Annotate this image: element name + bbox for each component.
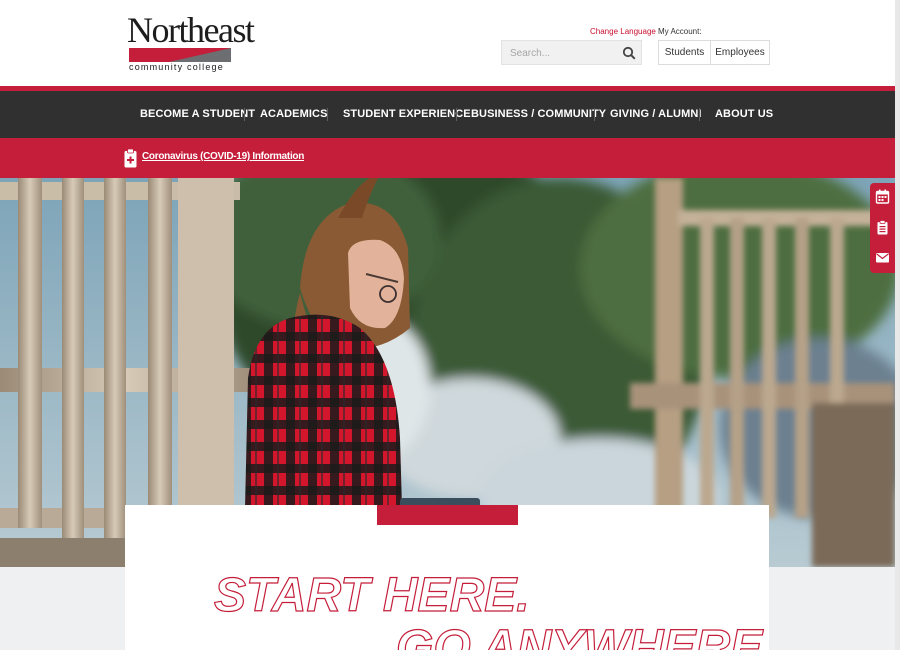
- northeast-logo[interactable]: Northeast community college: [127, 12, 255, 74]
- clipboard-medical-icon: [124, 149, 137, 168]
- nav-student-experience[interactable]: STUDENT EXPERIENCE: [343, 91, 471, 138]
- covid-info-link[interactable]: Coronavirus (COVID-19) Information: [142, 151, 304, 162]
- site-header: Northeast community college Change Langu…: [0, 0, 900, 86]
- students-button[interactable]: Students: [659, 41, 711, 64]
- nav-divider: [594, 108, 595, 121]
- nav-divider: [699, 108, 700, 121]
- nav-business-community[interactable]: BUSINESS / COMMUNITY: [471, 91, 606, 138]
- nav-divider: [327, 108, 328, 121]
- nav-about-us[interactable]: ABOUT US: [715, 91, 773, 138]
- logo-subtitle: community college: [129, 62, 224, 72]
- employees-button[interactable]: Employees: [711, 41, 769, 64]
- nav-become-a-student[interactable]: BECOME A STUDENT: [140, 91, 255, 138]
- page-scrollbar[interactable]: [895, 0, 900, 650]
- covid-alert-bar: Coronavirus (COVID-19) Information: [0, 138, 895, 178]
- card-accent-bar: [377, 505, 518, 525]
- account-buttons: Students Employees: [658, 40, 770, 65]
- logo-wordmark: Northeast: [127, 10, 255, 50]
- search-box: [501, 40, 642, 65]
- nav-giving-alumni[interactable]: GIVING / ALUMNI: [610, 91, 702, 138]
- change-language-link[interactable]: Change Language: [590, 27, 656, 36]
- calendar-icon[interactable]: [875, 189, 890, 204]
- tagline-go-anywhere: GO ANYWHERE: [395, 621, 763, 650]
- nav-divider: [244, 108, 245, 121]
- nav-divider: [456, 108, 457, 121]
- nav-academics[interactable]: ACADEMICS: [260, 91, 328, 138]
- search-icon[interactable]: [622, 46, 636, 60]
- my-account-label: My Account:: [658, 27, 702, 36]
- main-nav: BECOME A STUDENT ACADEMICS STUDENT EXPER…: [0, 91, 895, 138]
- search-input[interactable]: [510, 45, 620, 61]
- logo-band-graphic: [129, 48, 231, 62]
- envelope-icon[interactable]: [875, 250, 890, 265]
- clipboard-icon[interactable]: [875, 220, 890, 235]
- side-quick-links: [870, 183, 895, 273]
- tagline-start-here: START HERE.: [213, 569, 530, 622]
